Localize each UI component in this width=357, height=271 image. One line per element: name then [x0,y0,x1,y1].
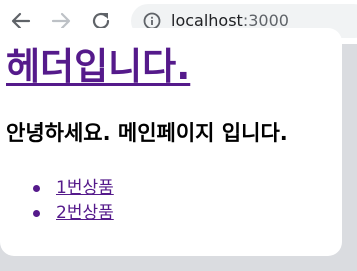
bullet-dot-icon [33,210,40,217]
product-link-2[interactable]: 2번상품 [56,202,114,224]
product-link-1[interactable]: 1번상품 [56,177,114,199]
bullet-dot-icon [33,185,40,192]
page-subtitle: 안녕하세요. 메인페이지 입니다. [6,121,288,145]
page-title[interactable]: 헤더입니다. [6,44,190,90]
